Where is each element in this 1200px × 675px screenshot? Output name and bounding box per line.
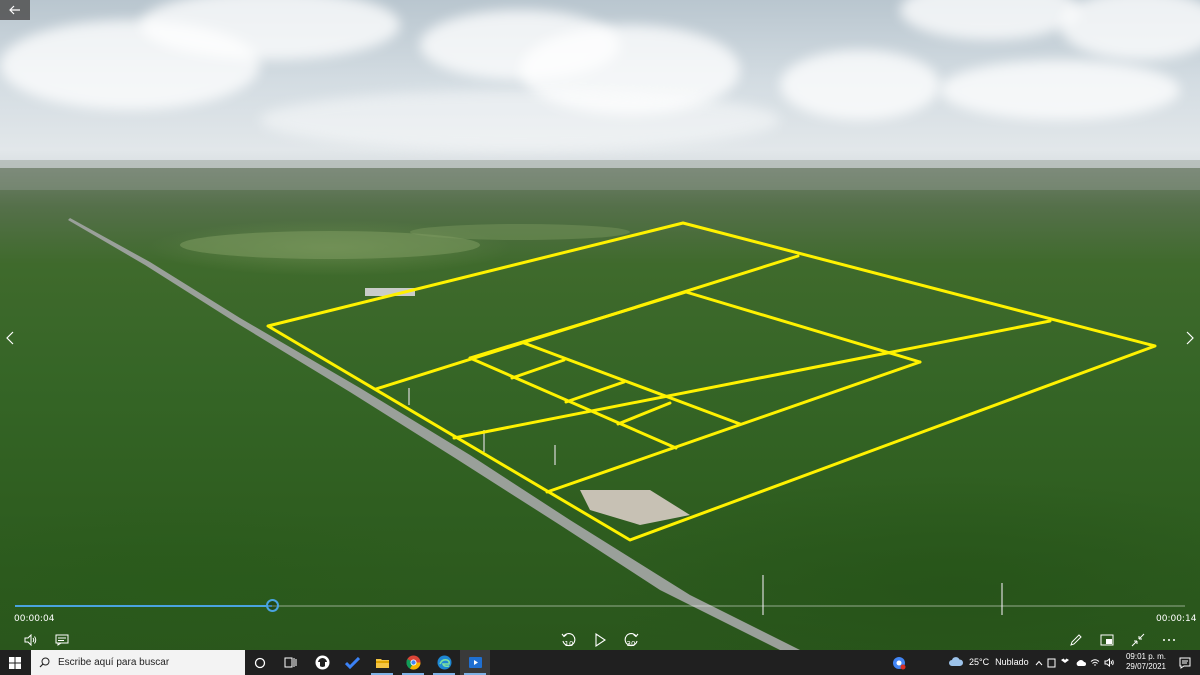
dropbox-icon[interactable]: [1060, 658, 1070, 667]
headset-app-icon: [315, 655, 330, 670]
seek-thumb[interactable]: [266, 599, 279, 612]
task-view-button[interactable]: [275, 650, 305, 675]
subdivision-line: [512, 360, 564, 378]
mini-view-button[interactable]: [1098, 631, 1116, 649]
total-duration: 00:00:14: [1156, 614, 1196, 624]
arrow-left-icon: [9, 5, 21, 15]
previous-item-button[interactable]: [0, 326, 20, 350]
skip-back-icon: 10: [560, 631, 578, 649]
exit-fullscreen-icon: [1131, 633, 1145, 647]
skip-forward-label: 30: [627, 640, 636, 648]
aerial-scene: [0, 0, 1200, 650]
subdivision-line: [524, 343, 740, 424]
start-button[interactable]: [0, 650, 30, 675]
cortana-button[interactable]: [245, 650, 275, 675]
skip-back-label: 10: [565, 640, 574, 648]
captions-icon: [55, 634, 69, 646]
taskbar: 25°C Nublado 09:01 p. m. 29/07/2021: [0, 650, 1200, 675]
chevron-up-icon[interactable]: [1035, 660, 1043, 666]
edit-button[interactable]: [1067, 631, 1085, 649]
ellipsis-icon: [1162, 638, 1176, 642]
road: [68, 218, 800, 650]
tray-app-icon[interactable]: [884, 650, 914, 675]
subdivision-line: [618, 403, 670, 424]
subdivision-line: [686, 292, 920, 362]
wifi-icon[interactable]: [1090, 658, 1100, 667]
location-icon[interactable]: [1047, 658, 1056, 668]
tray-icons: [1035, 655, 1115, 670]
task-view-icon: [284, 657, 297, 668]
property-boundary-overlay: [268, 223, 1155, 540]
volume-button[interactable]: [22, 631, 40, 649]
speaker-icon: [24, 634, 38, 646]
elapsed-time: 00:00:04: [14, 614, 54, 624]
captions-button[interactable]: [53, 631, 71, 649]
weather-temperature: 25°C: [969, 657, 989, 667]
seek-bar[interactable]: [15, 605, 1185, 607]
subdivision-line: [470, 358, 676, 448]
taskbar-app-file-explorer[interactable]: [367, 650, 397, 675]
skip-forward-icon: 30: [622, 631, 640, 649]
checkmark-app-icon: [345, 657, 360, 669]
fullscreen-button[interactable]: [1129, 631, 1147, 649]
chevron-left-icon: [6, 331, 14, 345]
notification-center-icon: [1179, 657, 1191, 669]
chrome-icon: [406, 655, 421, 670]
subdivision-line: [566, 382, 624, 402]
subdivision-line: [547, 362, 920, 492]
video-player-icon: [468, 655, 483, 670]
taskbar-search[interactable]: [31, 650, 245, 675]
chrome-notification-icon: [892, 656, 906, 670]
clock-date: 29/07/2021: [1125, 662, 1167, 672]
taskbar-app-edge[interactable]: [429, 650, 459, 675]
windows-logo-icon: [9, 657, 21, 669]
cortana-circle-icon: [254, 657, 266, 669]
skip-back-button[interactable]: 10: [560, 631, 578, 649]
weather-condition: Nublado: [995, 657, 1029, 667]
taskbar-app-headset[interactable]: [307, 650, 337, 675]
weather-widget[interactable]: 25°C Nublado: [948, 656, 1029, 667]
subdivision-line: [470, 292, 686, 358]
more-options-button[interactable]: [1160, 631, 1178, 649]
notifications-button[interactable]: [1170, 650, 1200, 675]
play-button[interactable]: [591, 631, 609, 649]
video-frame: [0, 0, 1200, 650]
edge-icon: [437, 655, 452, 670]
speaker-tray-icon[interactable]: [1104, 658, 1115, 667]
play-icon: [594, 633, 606, 647]
pencil-icon: [1069, 633, 1083, 647]
mini-view-icon: [1100, 634, 1114, 646]
taskbar-app-chrome[interactable]: [398, 650, 428, 675]
chevron-right-icon: [1186, 331, 1194, 345]
onedrive-cloud-icon[interactable]: [1075, 659, 1086, 667]
search-icon: [39, 657, 50, 668]
skip-forward-button[interactable]: 30: [622, 631, 640, 649]
clock[interactable]: 09:01 p. m. 29/07/2021: [1125, 652, 1167, 672]
search-input[interactable]: [58, 657, 238, 668]
folder-icon: [375, 657, 390, 669]
clock-time: 09:01 p. m.: [1125, 652, 1167, 662]
taskbar-app-todo[interactable]: [337, 650, 367, 675]
back-button[interactable]: [0, 0, 30, 20]
cloud-icon: [948, 656, 964, 667]
seek-progress: [15, 605, 272, 607]
taskbar-app-video-player[interactable]: [460, 650, 490, 675]
next-item-button[interactable]: [1180, 326, 1200, 350]
